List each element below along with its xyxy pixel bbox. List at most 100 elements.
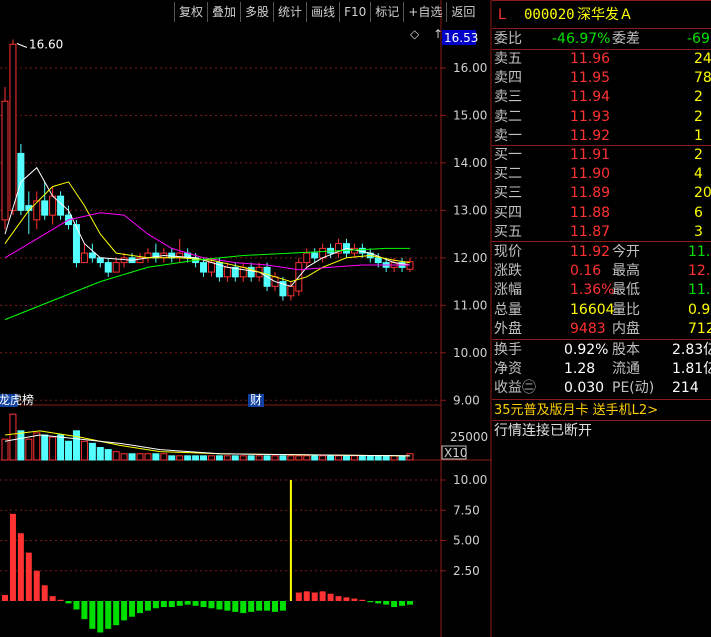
volume-bar: [319, 455, 327, 461]
price-tick-label: 10.00: [453, 346, 487, 360]
macd-bar: [272, 601, 278, 612]
bid-volume: 3: [694, 223, 703, 240]
bid-volume: 20: [694, 185, 711, 202]
status-bar: 行情连接已断开: [492, 422, 711, 441]
macd-bar: [81, 601, 88, 620]
fundamental-row: 换手 0.92% 股本 2.83亿: [492, 341, 711, 360]
volume-bar: [160, 453, 168, 461]
fundamental-label: 净资: [494, 361, 522, 378]
overlay-button[interactable]: 叠加: [207, 2, 240, 22]
candle-body: [49, 195, 57, 216]
macd-bar: [256, 601, 263, 611]
volume-bar: [17, 430, 25, 461]
volume-bar: [390, 455, 398, 461]
tag-dragon-tiger: 龙虎榜: [0, 392, 34, 407]
mark-button[interactable]: 标记: [370, 2, 403, 22]
quote-row: 现价 11.92今开 11.0: [492, 243, 711, 262]
f10-button[interactable]: F10: [339, 2, 370, 22]
price-tick-label: 11.00: [453, 298, 487, 312]
macd-bar: [367, 601, 374, 603]
candle-body: [80, 252, 88, 264]
volume-bar: [41, 434, 49, 461]
volume-bar: [168, 455, 176, 461]
candle-body: [104, 262, 112, 273]
kline-chart[interactable]: 16.00 15.00 14.00 13.00 12.00 11.00 10.00 9.00 1…: [0, 0, 492, 637]
volume-bar: [207, 455, 215, 461]
ask-volume: 2: [694, 89, 703, 106]
back-button[interactable]: 返回: [446, 2, 479, 22]
candle-body: [112, 262, 120, 273]
fundamental-value: 214: [672, 380, 699, 397]
bid-row: 买三 11.89 20: [492, 184, 711, 203]
macd-bar: [359, 599, 366, 601]
macd-bar: [303, 591, 310, 601]
price-tick-label: 15.00: [453, 108, 487, 122]
quote-panel: L 000020 深华发Ａ 委比 -46.97% 委差 -69 卖五 11.96 2…: [492, 0, 711, 637]
restore-rights-button[interactable]: 复权: [174, 2, 207, 22]
pin-marker: ↑: [433, 27, 443, 41]
volume-bar: [49, 436, 57, 461]
macd-bar: [375, 601, 382, 604]
draw-line-button[interactable]: 画线: [306, 2, 339, 22]
multi-stock-button[interactable]: 多股: [240, 2, 273, 22]
bid-row: 买一 11.91 2: [492, 146, 711, 165]
bid-volume: 6: [694, 204, 703, 221]
macd-bar: [224, 601, 231, 611]
current-price-label: 16.53: [444, 31, 478, 45]
stock-marker: L: [498, 7, 506, 23]
price-tick-label: 14.00: [453, 156, 487, 170]
macd-bar: [383, 601, 390, 605]
volume-bar: [88, 442, 96, 461]
stock-header: L 000020 深华发Ａ: [492, 6, 711, 25]
quote-label: 外盘: [494, 320, 522, 337]
volume-bar: [406, 453, 414, 461]
fundamental-value: 0.92%: [564, 342, 609, 358]
macd-bar: [25, 552, 32, 601]
bid-label: 买四: [494, 204, 522, 221]
bid-price: 11.88: [570, 204, 611, 221]
macd-bar: [343, 597, 350, 601]
volume-bar: [311, 455, 319, 461]
promo-link[interactable]: 35元普及版月卡 送手机L2>: [492, 401, 711, 420]
volume-bar: [25, 438, 33, 461]
macd-bar: [168, 601, 175, 608]
volume-bar: [374, 455, 382, 461]
volume-bar: [239, 455, 247, 461]
ask-volume: 24: [694, 51, 711, 67]
candle-body: [200, 262, 208, 273]
price-tick-label: 16.00: [453, 61, 487, 75]
candle-body: [41, 200, 49, 216]
volume-bar: [303, 455, 311, 461]
macd-bar: [160, 601, 167, 608]
fundamental-label: 换手: [494, 342, 522, 358]
volume-bar: [184, 455, 192, 461]
bid-label: 买二: [494, 166, 522, 183]
bid-label: 买一: [494, 147, 522, 163]
macd-bar: [232, 601, 239, 612]
volume-bar: [192, 455, 200, 461]
ma-line: [4, 181, 411, 283]
quote-value: 0.9: [688, 301, 711, 318]
candle-body: [1, 100, 9, 221]
connection-status: 行情连接已断开: [494, 423, 592, 439]
volume-bar: [33, 432, 41, 461]
macd-bar: [65, 601, 72, 604]
statistics-button[interactable]: 统计: [273, 2, 306, 22]
macd-bar: [176, 601, 183, 606]
macd-bar: [319, 591, 326, 601]
bid-row: 买二 11.90 4: [492, 165, 711, 184]
macd-bar: [399, 601, 406, 606]
volume-bar: [128, 453, 136, 461]
ask-price: 11.93: [570, 108, 611, 125]
macd-bar: [9, 513, 16, 601]
volume-bar: [215, 455, 223, 461]
volume-bar: [263, 455, 271, 461]
macd-bar: [351, 598, 358, 601]
candle-body: [223, 266, 231, 278]
volume-bar: [271, 455, 279, 461]
candle-body: [374, 257, 382, 264]
quote-row: 外盘 9483 内盘 712: [492, 320, 711, 339]
macd-bar: [391, 601, 398, 608]
ask-label: 卖四: [494, 70, 522, 87]
add-watchlist-button[interactable]: +自选: [403, 2, 446, 22]
